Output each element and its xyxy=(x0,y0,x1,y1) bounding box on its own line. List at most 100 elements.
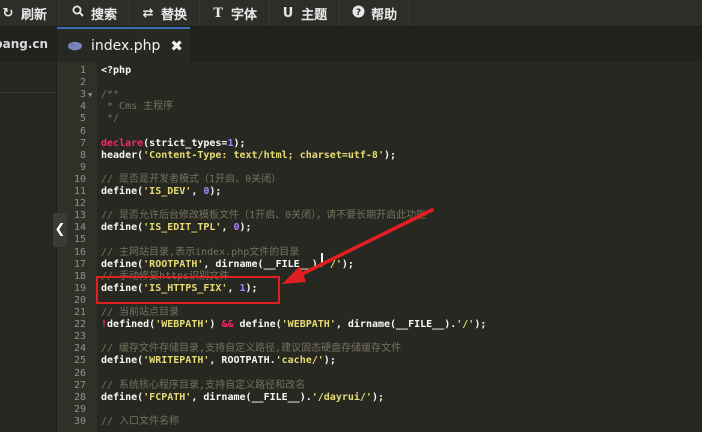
line-number: 3 xyxy=(79,89,86,101)
line-number: 27 xyxy=(73,379,86,391)
theme-button[interactable]: U 主题 xyxy=(270,0,341,26)
line-number: 18 xyxy=(73,270,86,282)
code-editor[interactable]: 1 <?php 2 3 ▼/** 4 * Cms 主程序 5 */6 7 declare(str… xyxy=(57,62,702,432)
php-file-icon xyxy=(68,41,82,50)
help-icon: ? xyxy=(350,5,366,22)
code-token: , dirname(__FILE__). xyxy=(191,391,312,403)
code-line[interactable]: 8 header('Content-Type: text/html; charse… xyxy=(57,150,702,162)
code-text: define('ROOTPATH', dirname(__FILE__).'/'… xyxy=(101,259,354,271)
code-line[interactable]: 14 define('IS_EDIT_TPL', 0); xyxy=(57,222,702,234)
code-text: // 当前站点目录 xyxy=(101,307,179,319)
code-token: 'WEBPATH' xyxy=(155,319,210,331)
line-number: 21 xyxy=(73,307,86,318)
code-text: // 系统核心程序目录,支持自定义路径和改名 xyxy=(101,380,305,392)
replace-button[interactable]: ⇄ 替换 xyxy=(130,0,201,26)
line-number: 24 xyxy=(73,343,86,355)
code-line[interactable]: 7 declare(strict_types=1); xyxy=(57,138,702,150)
code-token: 'WEBPATH' xyxy=(281,319,336,331)
code-token: define( xyxy=(101,222,144,234)
code-token: // 系统核心程序目录,支持自定义路径和改名 xyxy=(101,379,306,391)
line-number: 12 xyxy=(73,198,86,210)
code-line[interactable]: 17 define('ROOTPATH', dirname(__FILE__).'… xyxy=(57,259,702,271)
tab-filename: index.php xyxy=(91,37,161,54)
line-number: 23 xyxy=(73,331,86,343)
line-number: 2 xyxy=(79,77,86,89)
search-icon xyxy=(70,5,86,21)
code-line[interactable]: 29 xyxy=(57,404,702,416)
code-token: // 当前站点目录 xyxy=(101,307,180,318)
code-line[interactable]: 6 xyxy=(57,126,702,138)
code-token: ); xyxy=(371,391,385,403)
code-token: // 是否允许后台修改模板文件（1开启、0关闭），请不要长期开启此功能 xyxy=(101,210,427,222)
toolbar: ↻ 刷新 搜索 ⇄ 替换 T 字体 U 主题 ? 帮助 xyxy=(0,0,702,27)
code-line[interactable]: 16 // 主网站目录,表示index.php文件的目录 xyxy=(57,247,702,259)
close-icon[interactable]: ✖ xyxy=(170,37,183,55)
code-line[interactable]: 28 define('FCPATH', dirname(__FILE__).'/d… xyxy=(57,392,702,404)
code-text: // 入口文件名称 xyxy=(101,416,179,428)
code-token: // 主网站目录,表示index.php文件的目录 xyxy=(101,246,300,258)
code-token: // 缓存文件存储目录,支持自定义路径,建议固态硬盘存储缓存文件 xyxy=(101,343,402,355)
code-token: , ROOTPATH. xyxy=(209,355,276,367)
code-line[interactable]: 24 // 缓存文件存储目录,支持自定义路径,建议固态硬盘存储缓存文件 xyxy=(57,343,702,355)
code-line[interactable]: 23 xyxy=(57,331,702,343)
line-number: 11 xyxy=(73,186,86,197)
text-cursor xyxy=(321,253,323,265)
code-token: , dirname(__FILE__). xyxy=(203,258,324,270)
code-line[interactable]: 21 // 当前站点目录 xyxy=(57,307,702,319)
file-tree-tab[interactable]: pang.cn xyxy=(0,27,56,62)
code-text: !defined('WEBPATH') && define('WEBPATH',… xyxy=(101,319,486,331)
font-label: 字体 xyxy=(231,7,258,23)
code-token: ); xyxy=(233,137,246,149)
code-token: '/' xyxy=(323,258,342,270)
line-number: 29 xyxy=(73,403,86,415)
code-line[interactable]: 1 <?php xyxy=(57,65,702,77)
code-token: '/dayrui/' xyxy=(311,391,372,403)
code-token: ); xyxy=(323,355,336,367)
code-token: 'IS_DEV' xyxy=(143,186,192,197)
code-token: && xyxy=(221,319,234,331)
code-line[interactable]: 25 define('WRITEPATH', ROOTPATH.'cache/')… xyxy=(57,355,702,367)
code-line[interactable]: 3 ▼ /** xyxy=(57,89,702,101)
refresh-icon: ↻ xyxy=(2,5,14,21)
refresh-button[interactable]: ↻ 刷新 xyxy=(0,0,61,26)
code-token: // 是否是开发者模式（1开启、0关闭） xyxy=(101,173,282,185)
file-tree-panel xyxy=(0,62,57,432)
tab-bar: pang.cn index.php ✖ xyxy=(0,27,702,62)
code-text: header('Content-Type: text/html; charset… xyxy=(101,150,396,162)
code-text: // 缓存文件存储目录,支持自定义路径,建议固态硬盘存储缓存文件 xyxy=(101,343,401,355)
code-line[interactable]: 9 xyxy=(57,162,702,174)
code-token: ); xyxy=(341,258,354,270)
code-line[interactable]: 12 xyxy=(57,198,702,210)
code-line[interactable]: 27 // 系统核心程序目录,支持自定义路径和改名 xyxy=(57,380,702,392)
code-line[interactable]: 15 xyxy=(57,234,702,246)
code-line[interactable]: 13// 是否允许后台修改模板文件（1开启、0关闭），请不要长期开启此功能 xyxy=(57,210,702,222)
collapse-sidebar-button[interactable]: ❮ xyxy=(53,213,67,247)
code-line[interactable]: 2 xyxy=(57,77,702,89)
code-line[interactable]: 10 // 是否是开发者模式（1开启、0关闭） xyxy=(57,174,702,186)
font-button[interactable]: T 字体 xyxy=(200,0,271,26)
search-button[interactable]: 搜索 xyxy=(60,0,131,26)
code-text: // 是否允许后台修改模板文件（1开启、0关闭），请不要长期开启此功能 xyxy=(101,210,426,222)
code-token: , xyxy=(221,222,234,234)
code-text: <?php xyxy=(101,65,131,77)
code-token: 'cache/' xyxy=(275,355,324,367)
code-text: */ xyxy=(101,113,119,125)
refresh-label: 刷新 xyxy=(21,7,48,23)
code-line[interactable]: 30 // 入口文件名称 xyxy=(57,416,702,428)
line-number: 6 xyxy=(79,125,86,137)
code-line[interactable]: 11 define('IS_DEV', 0); xyxy=(57,186,702,198)
file-tree-tab-label: pang.cn xyxy=(0,37,49,51)
code-line[interactable]: 5 */ xyxy=(57,113,702,125)
code-text: /** xyxy=(101,89,119,101)
code-line[interactable]: 26 xyxy=(57,368,702,380)
code-token: 'Content-Type: text/html; charset=utf-8' xyxy=(143,149,384,161)
replace-label: 替换 xyxy=(161,7,188,23)
code-token: define( xyxy=(101,391,144,403)
help-button[interactable]: ? 帮助 xyxy=(340,0,411,26)
tab-index-php[interactable]: index.php ✖ xyxy=(57,27,190,62)
code-text: // 主网站目录,表示index.php文件的目录 xyxy=(101,247,299,259)
code-line[interactable]: 4 * Cms 主程序 xyxy=(57,101,702,113)
line-number: 16 xyxy=(73,246,86,258)
fold-toggle-icon[interactable]: ▼ xyxy=(88,89,96,101)
code-line[interactable]: 22 !defined('WEBPATH') && define('WEBPATH… xyxy=(57,319,702,331)
